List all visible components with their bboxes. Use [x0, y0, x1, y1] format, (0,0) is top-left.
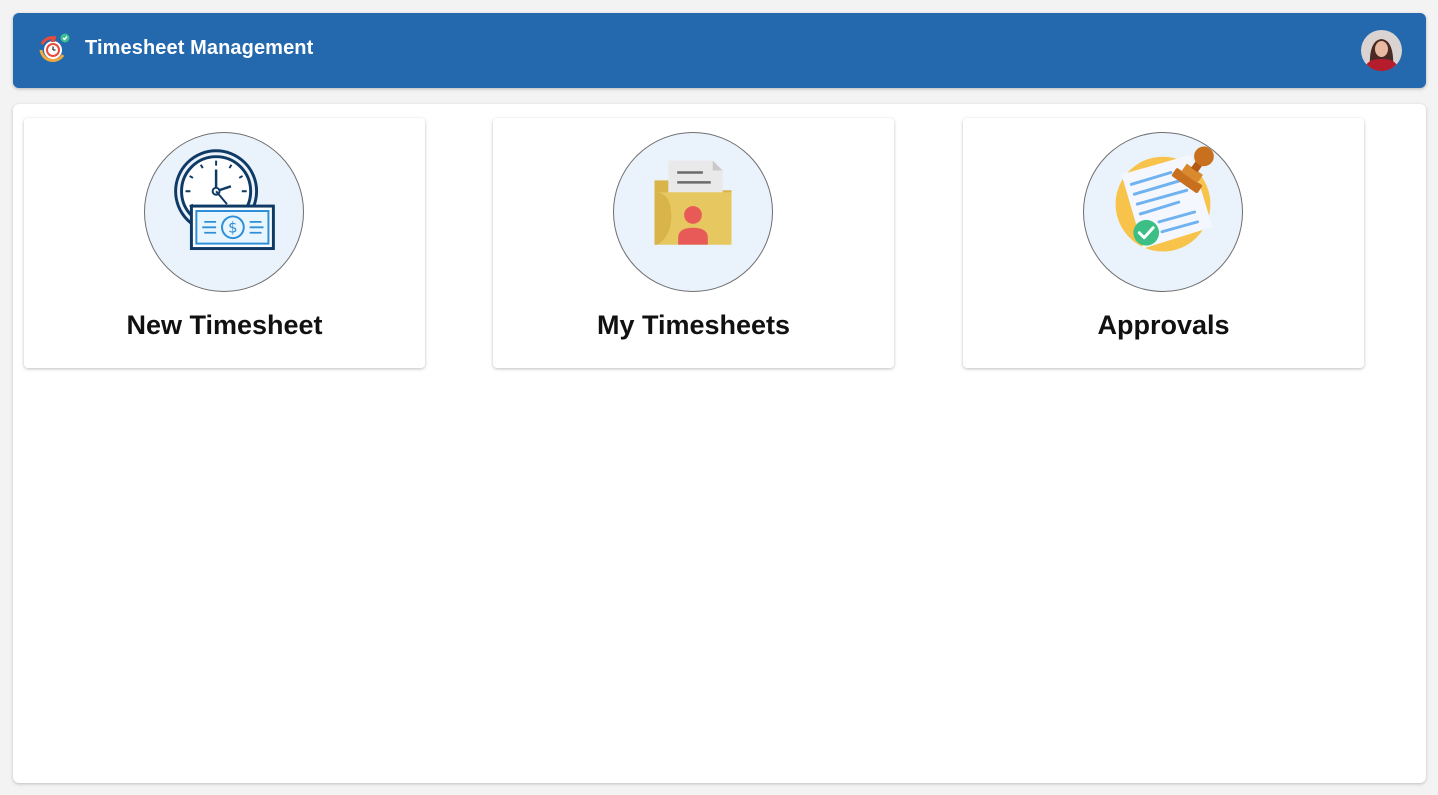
approvals-tile[interactable]: Approvals [963, 118, 1364, 368]
my-timesheets-tile[interactable]: My Timesheets [493, 118, 894, 368]
user-folder-icon [613, 132, 773, 292]
app-header: Timesheet Management [13, 13, 1426, 88]
svg-text:$: $ [228, 220, 237, 237]
stopwatch-check-icon [36, 33, 70, 67]
my-timesheets-label: My Timesheets [596, 310, 791, 340]
clock-money-icon: $ [144, 132, 304, 292]
user-avatar[interactable] [1361, 30, 1402, 71]
app-title: Timesheet Management [85, 37, 314, 59]
approval-stamp-icon [1083, 132, 1243, 292]
new-timesheet-label: New Timesheet [126, 310, 323, 340]
new-timesheet-tile[interactable]: $ New Timesheet [24, 118, 425, 368]
approvals-label: Approvals [1097, 310, 1230, 340]
